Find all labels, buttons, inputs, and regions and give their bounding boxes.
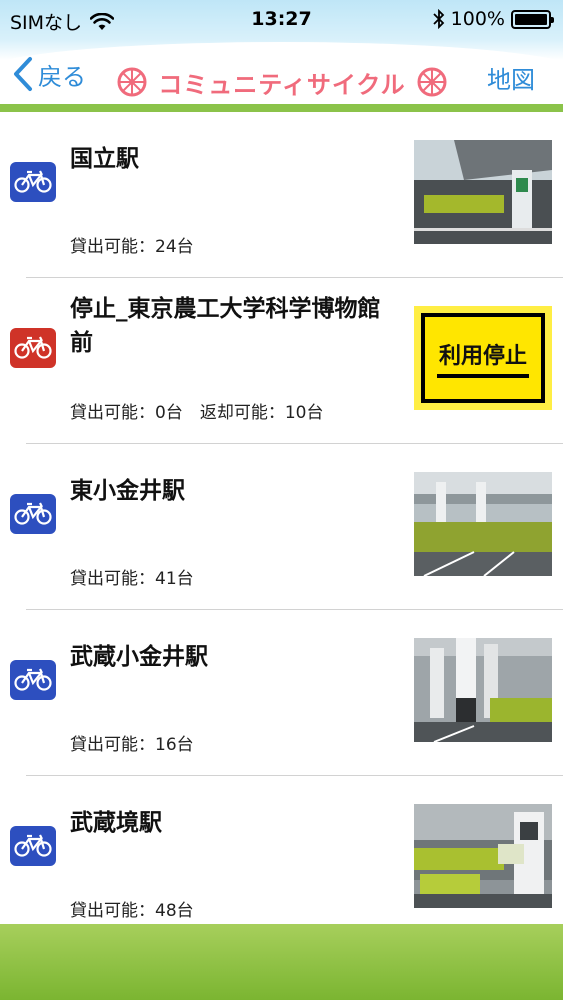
station-name: 停止_東京農工大学科学博物館前 [70, 296, 381, 356]
station-list: 国立駅 貸出可能：24台 停止_東京農工大学科学博物館前 貸出可能：0台 返却可… [0, 112, 563, 924]
bicycle-icon [10, 328, 56, 368]
battery-percent: 100% [450, 8, 505, 30]
header: SIMなし 13:27 100% 戻る コミュニティサイクル 地図 [0, 0, 563, 112]
station-name: 国立駅 [70, 146, 139, 172]
page-title: コミュニティサイクル [104, 60, 460, 104]
station-photo [414, 804, 552, 908]
station-name: 武蔵小金井駅 [70, 644, 208, 670]
bicycle-icon [10, 826, 56, 866]
wheel-icon [417, 67, 447, 97]
station-availability: 貸出可能：41台 [70, 569, 194, 589]
suspended-sign-text: 利用停止 [438, 344, 527, 369]
station-availability: 貸出可能：24台 [70, 237, 194, 257]
map-button[interactable]: 地図 [487, 60, 535, 95]
wheel-icon [117, 67, 147, 97]
station-name: 武蔵境駅 [70, 810, 162, 836]
bicycle-icon [10, 660, 56, 700]
back-label: 戻る [38, 62, 86, 91]
bicycle-icon [10, 162, 56, 202]
station-row[interactable]: 停止_東京農工大学科学博物館前 貸出可能：0台 返却可能：10台 利用停止 [0, 278, 563, 444]
bluetooth-icon [433, 9, 444, 29]
chevron-left-icon [14, 57, 32, 91]
station-availability: 貸出可能：48台 [70, 901, 194, 921]
station-row[interactable]: 国立駅 貸出可能：24台 [0, 112, 563, 278]
bottom-toolbar [0, 924, 563, 1000]
station-name: 東小金井駅 [70, 478, 185, 504]
station-photo [414, 472, 552, 576]
status-bar: SIMなし 13:27 100% [0, 0, 563, 40]
station-availability: 貸出可能：0台 返却可能：10台 [70, 403, 324, 423]
navigation-bar: 戻る コミュニティサイクル 地図 [0, 52, 563, 104]
page-title-text: コミュニティサイクル [158, 70, 406, 99]
station-row[interactable]: 武蔵小金井駅 貸出可能：16台 [0, 610, 563, 776]
suspended-sign: 利用停止 [414, 306, 552, 410]
header-divider [0, 104, 563, 112]
station-availability: 貸出可能：16台 [70, 735, 194, 755]
back-button[interactable]: 戻る [12, 56, 86, 92]
station-photo [414, 638, 552, 742]
bicycle-icon [10, 494, 56, 534]
station-row[interactable]: 武蔵境駅 貸出可能：48台 [0, 776, 563, 924]
battery-icon [511, 9, 554, 29]
station-row[interactable]: 東小金井駅 貸出可能：41台 [0, 444, 563, 610]
station-photo [414, 140, 552, 244]
